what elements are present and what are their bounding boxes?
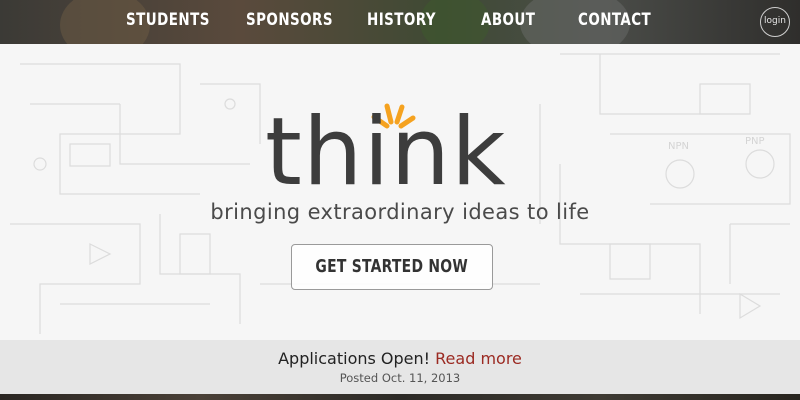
top-nav-bar: STUDENTS SPONSORS HISTORY ABOUT CONTACT … xyxy=(0,0,800,44)
announcement-text: Applications Open! xyxy=(278,349,431,368)
schematic-label-pnp: PNP xyxy=(745,136,765,147)
nav-item-contact[interactable]: CONTACT xyxy=(578,10,651,30)
main-nav: STUDENTS SPONSORS HISTORY ABOUT CONTACT xyxy=(0,0,740,44)
read-more-link[interactable]: Read more xyxy=(435,349,522,368)
hero-tagline: bringing extraordinary ideas to life xyxy=(210,200,590,224)
hero-section: NPN PNP think bringing extraordinary ide… xyxy=(0,44,800,340)
announcement-line: Applications Open! Read more xyxy=(0,349,800,368)
bottom-photo-strip xyxy=(0,394,800,400)
posted-date: Posted Oct. 11, 2013 xyxy=(339,371,461,385)
nav-item-students[interactable]: STUDENTS xyxy=(126,10,210,30)
logo-wordmark: think xyxy=(265,98,507,207)
get-started-button[interactable]: GET STARTED NOW xyxy=(291,244,493,290)
get-started-label: GET STARTED NOW xyxy=(315,256,469,277)
announcement-bar: Applications Open! Read more Posted Oct.… xyxy=(0,340,800,394)
nav-item-sponsors[interactable]: SPONSORS xyxy=(246,10,333,30)
nav-item-about[interactable]: ABOUT xyxy=(481,10,535,30)
think-logo: think xyxy=(265,98,535,248)
nav-item-history[interactable]: HISTORY xyxy=(367,10,436,30)
schematic-label-npn: NPN xyxy=(668,141,689,152)
login-button[interactable]: login xyxy=(760,7,790,37)
